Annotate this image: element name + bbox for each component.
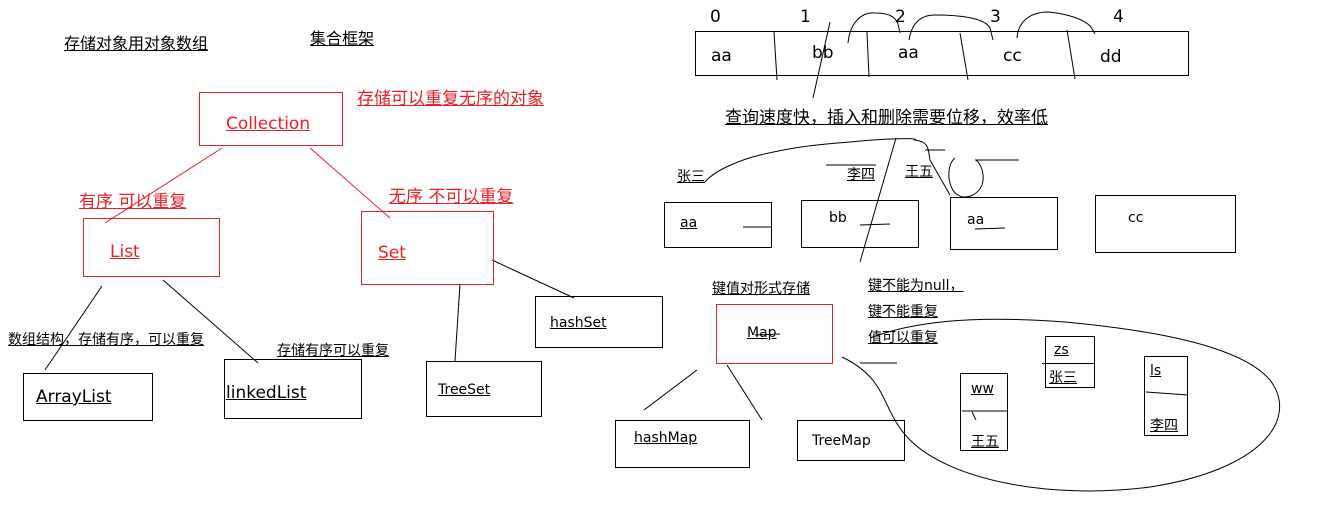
array-cell-0: aa [711,46,732,66]
treeset-box[interactable]: TreeSet [426,361,542,417]
linkedlist-label: linkedList [226,383,307,403]
map-rule-2: 值可以重复 [868,330,938,346]
map-box[interactable]: Map [716,304,833,364]
linked-node-0[interactable]: aa [664,202,772,248]
linked-node-label: aa [967,212,985,228]
linked-node-1[interactable]: bb [801,200,919,248]
array-cell-2: aa [898,43,919,63]
list-note: 有序 可以重复 [79,192,187,212]
array-index-0: 0 [710,7,721,27]
linked-node-label: bb [829,210,847,226]
arraylist-label: ArrayList [36,387,112,407]
treemap-label: TreeMap [812,433,871,449]
collection-note: 存储可以重复无序的对象 [357,89,544,109]
wangwu-loop [948,157,984,198]
array-cell-1: bb [812,43,834,63]
treeset-label: TreeSet [438,382,491,398]
map-treemap-connector [726,364,763,421]
page-title: 集合框架 [310,29,375,48]
arraylist-box[interactable]: ArrayList [23,373,153,421]
linked-node-label: cc [1128,210,1144,226]
collection-set-connector [309,147,391,219]
set-box[interactable]: Set [361,211,494,285]
entry-key: ls [1150,363,1162,379]
map-entry-ls[interactable]: ls 李四 [1144,356,1188,436]
entry-value: 李四 [1150,418,1178,434]
linked-name-0: 张三 [677,169,705,185]
map-rule-0: 键不能为null， [868,278,964,294]
list-box[interactable]: List [83,218,220,277]
array-index-3: 3 [990,7,1001,27]
treemap-box[interactable]: TreeMap [797,420,905,461]
linked-node-3[interactable]: cc [1095,195,1236,253]
list-label: List [110,242,140,262]
linked-name-2: 王五 [905,164,933,180]
map-note: 键值对形式存储 [712,281,810,297]
linkedlist-box[interactable]: linkedList [224,359,362,419]
entry-value: 王五 [971,434,999,450]
hashmap-label: hashMap [634,430,698,446]
set-treeset-connector [454,283,461,362]
hashmap-box[interactable]: hashMap [615,420,750,468]
collection-box[interactable]: Collection [199,92,343,146]
entry-divider [1042,363,1095,364]
array-storage-note: 存储对象用对象数组 [64,34,209,53]
array-index-4: 4 [1113,7,1124,27]
linkedlist-note: 存储有序可以重复 [277,343,389,359]
hashset-box[interactable]: hashSet [535,296,663,348]
map-entry-zs[interactable]: zs 张三 [1042,336,1095,388]
arraylist-note: 数组结构，存储有序，可以重复 [8,332,204,348]
map-label: Map [747,325,777,341]
array-cell-4: dd [1100,47,1122,67]
array-cell-3: cc [1003,46,1022,66]
collection-label: Collection [226,114,311,134]
map-hashmap-connector [643,369,698,411]
array-index-1: 1 [800,7,811,27]
entry-key: zs [1054,342,1069,358]
map-entry-ww[interactable]: ww 王五 [960,373,1008,451]
entry-value: 张三 [1049,370,1077,386]
linked-name-1: 李四 [847,167,875,183]
linked-node-label: aa [680,215,698,231]
entry-key: ww [971,381,994,397]
array-note: 查询速度快，插入和删除需要位移，效率低 [725,108,1048,128]
map-rule-1: 键不能重复 [868,304,938,320]
array-index-2: 2 [895,7,906,27]
set-label: Set [378,243,406,263]
set-note: 无序 不可以重复 [389,187,514,207]
hashset-label: hashSet [550,315,607,331]
set-hashset-connector [491,259,575,299]
linked-node-2[interactable]: aa [950,197,1058,250]
